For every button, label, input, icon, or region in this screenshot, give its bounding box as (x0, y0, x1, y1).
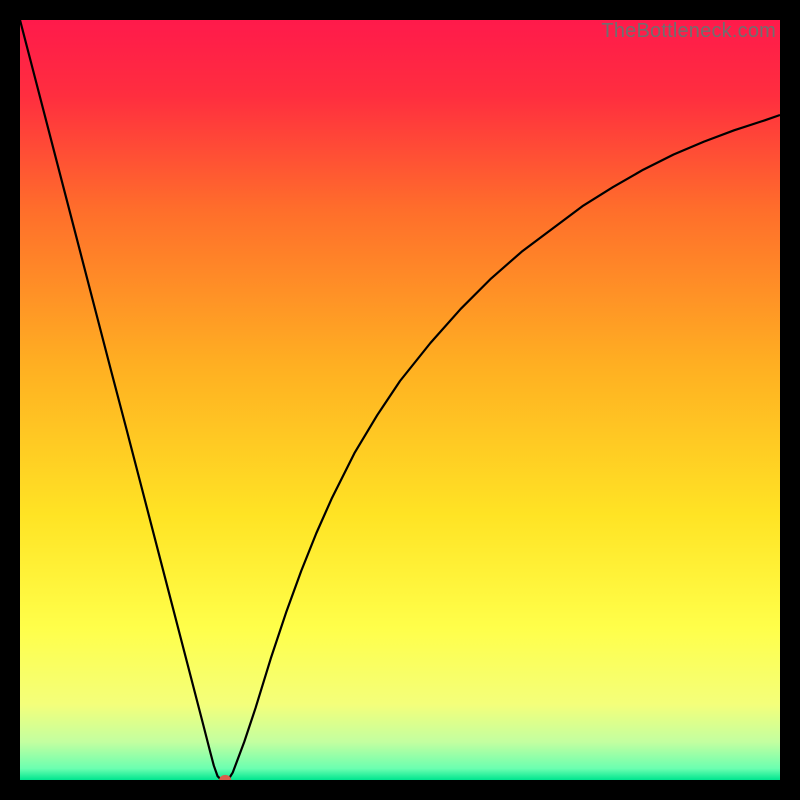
bottleneck-chart (20, 20, 780, 780)
watermark-text: TheBottleneck.com (601, 20, 776, 43)
chart-frame: TheBottleneck.com (20, 20, 780, 780)
gradient-background (20, 20, 780, 780)
